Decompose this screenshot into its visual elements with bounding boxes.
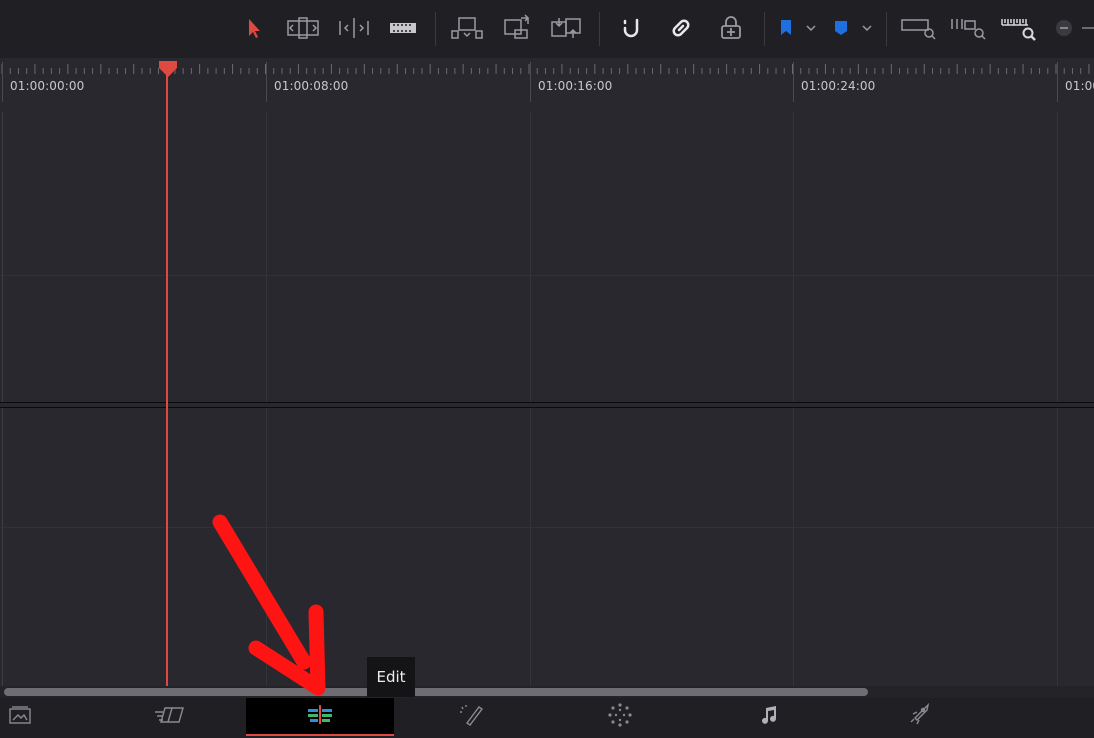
marker-icon: [833, 19, 849, 37]
detail-zoom-button[interactable]: [948, 12, 988, 44]
selection-mode-button[interactable]: [240, 12, 268, 44]
toolbar-separator: [599, 12, 600, 46]
snapping-icon: [620, 15, 644, 41]
full-extent-zoom-button[interactable]: [898, 12, 938, 44]
zoom-out-button[interactable]: [1052, 12, 1076, 44]
detail-zoom-icon: [949, 15, 987, 41]
replace-clip-button[interactable]: [548, 12, 584, 44]
zoom-out-icon: [1054, 18, 1074, 38]
toolbar-separator: [764, 12, 765, 46]
insert-clip-icon: [449, 15, 485, 41]
playhead-line[interactable]: [166, 70, 168, 686]
insert-clip-button[interactable]: [448, 12, 486, 44]
blade-edit-mode-button[interactable]: [386, 12, 420, 44]
timeline-toolbar: [0, 0, 1094, 58]
position-lock-button[interactable]: [716, 12, 746, 44]
grid-line: [266, 112, 267, 686]
timecode-label: 01:00:08:00: [274, 79, 349, 93]
fairlight-page-button[interactable]: [752, 698, 786, 736]
cut-page-button[interactable]: [148, 698, 192, 736]
playhead-handle[interactable]: [158, 60, 178, 82]
deliver-page-icon: [905, 702, 931, 732]
zoom-slider-track: [1082, 27, 1094, 29]
grid-line: [530, 112, 531, 686]
custom-zoom-button[interactable]: [998, 12, 1038, 44]
media-page-button[interactable]: [4, 698, 36, 736]
linked-selection-icon: [668, 15, 694, 41]
marker-button[interactable]: [830, 12, 852, 44]
track-left-edge: [2, 112, 3, 686]
timecode-label: 01:00:16:00: [538, 79, 613, 93]
overwrite-clip-icon: [501, 14, 533, 42]
trim-edit-mode-icon: [285, 16, 321, 40]
grid-line: [1057, 112, 1058, 686]
flag-dropdown[interactable]: [802, 12, 820, 44]
snapping-button[interactable]: [618, 12, 646, 44]
timecode-label: 01:00:00:00: [10, 79, 85, 93]
audio-track-area[interactable]: [0, 408, 1094, 686]
linked-selection-button[interactable]: [666, 12, 696, 44]
trim-edit-mode-button[interactable]: [284, 12, 322, 44]
horizontal-scrollbar-thumb[interactable]: [4, 688, 868, 696]
flag-icon: [779, 19, 793, 37]
edit-page-tooltip: Edit: [367, 657, 415, 697]
ruler-major-tick: [2, 62, 3, 102]
chevron-down-icon: [861, 23, 873, 33]
track-separator: [0, 275, 1094, 276]
zoom-slider[interactable]: [1082, 12, 1094, 44]
grid-line: [793, 112, 794, 686]
fusion-page-button[interactable]: [452, 698, 490, 736]
full-extent-zoom-icon: [899, 15, 937, 41]
color-page-button[interactable]: [602, 698, 638, 736]
replace-clip-icon: [549, 14, 583, 42]
video-audio-divider[interactable]: [0, 402, 1094, 408]
ruler-major-tick: [266, 62, 267, 102]
track-separator: [0, 527, 1094, 528]
video-track-area[interactable]: [0, 112, 1094, 402]
selection-mode-icon: [245, 17, 263, 39]
blade-edit-mode-icon: [388, 18, 418, 38]
timecode-label: 01:00:24:00: [801, 79, 876, 93]
flag-button[interactable]: [776, 12, 796, 44]
edit-page-button[interactable]: [246, 698, 394, 736]
chevron-down-icon: [805, 23, 817, 33]
timecode-label: 01:00: [1065, 79, 1094, 93]
fairlight-page-icon: [758, 704, 780, 730]
toolbar-separator: [886, 12, 887, 46]
dynamic-trim-mode-button[interactable]: [336, 12, 372, 44]
ruler-major-tick: [530, 62, 531, 102]
deliver-page-button[interactable]: [900, 698, 936, 736]
color-page-icon: [607, 702, 633, 732]
edit-page-icon: [305, 703, 335, 729]
marker-dropdown[interactable]: [858, 12, 876, 44]
fusion-page-icon: [457, 703, 485, 731]
overwrite-clip-button[interactable]: [500, 12, 534, 44]
ruler-major-tick: [793, 62, 794, 102]
media-page-icon: [8, 705, 32, 729]
custom-zoom-icon: [999, 15, 1037, 41]
cut-page-icon: [153, 704, 187, 730]
ruler-major-tick: [1057, 62, 1058, 102]
dynamic-trim-mode-icon: [337, 16, 371, 40]
timeline-tracks[interactable]: [0, 112, 1094, 686]
position-lock-icon: [719, 15, 743, 41]
toolbar-separator: [435, 12, 436, 46]
